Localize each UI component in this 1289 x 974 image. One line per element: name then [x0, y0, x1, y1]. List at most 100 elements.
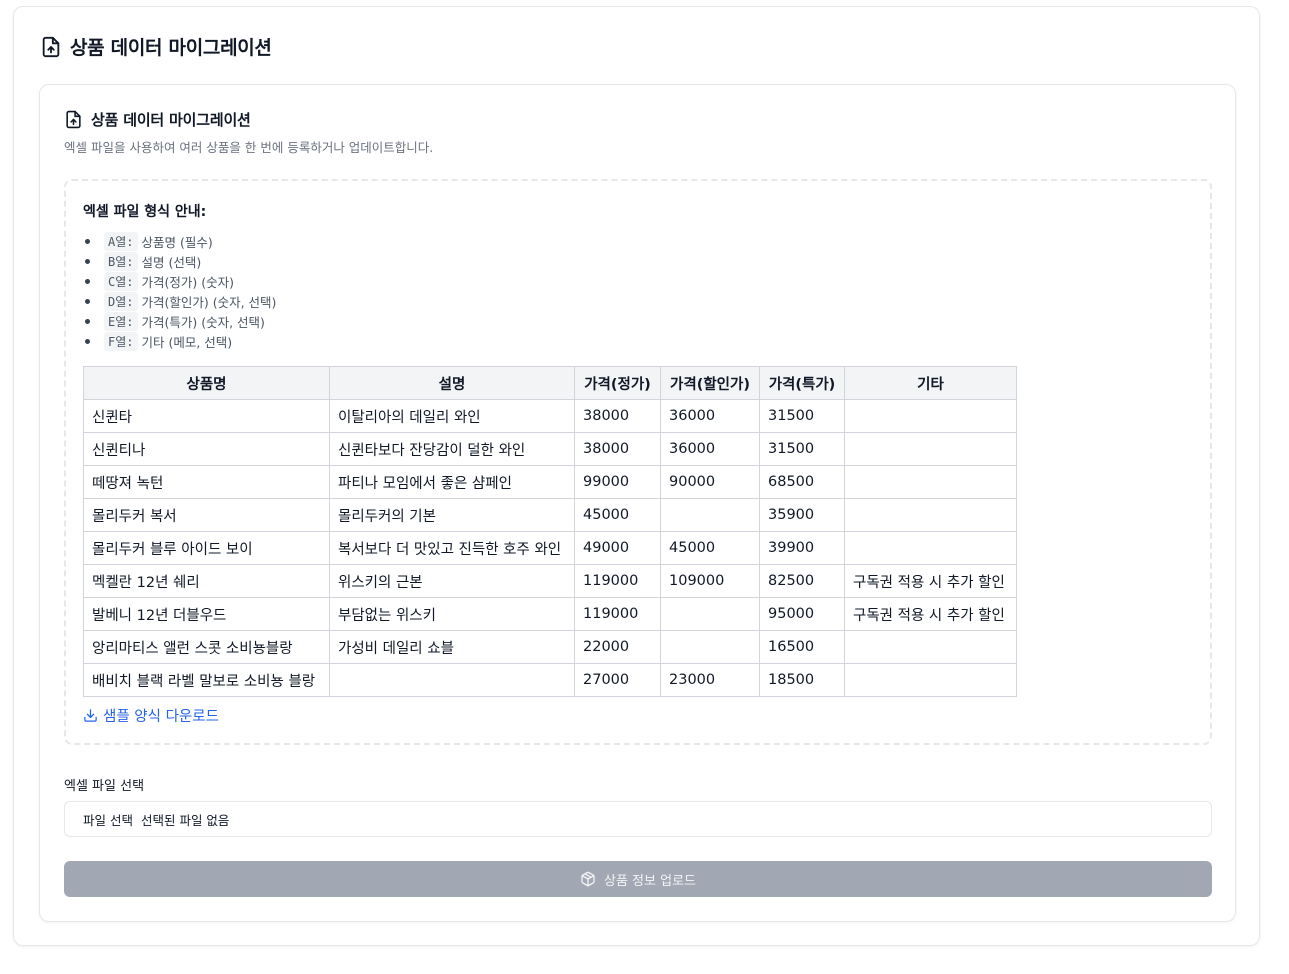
guide-item-text: 상품명 (필수) — [141, 234, 213, 250]
table-cell: 95000 — [759, 597, 845, 631]
table-cell: 38000 — [574, 432, 661, 466]
table-cell: 38000 — [574, 399, 661, 433]
guide-item-text: 기타 (메모, 선택) — [141, 334, 233, 350]
column-code: A열: — [104, 231, 138, 251]
guide-item: F열: 기타 (메모, 선택) — [83, 331, 276, 351]
table-cell: 31500 — [759, 432, 845, 466]
table-cell: 발베니 12년 더블우드 — [83, 597, 330, 631]
table-cell: 배비치 블랙 라벨 말보로 소비뇽 블랑 — [83, 663, 330, 697]
table-cell: 119000 — [574, 564, 661, 598]
table-cell: 109000 — [660, 564, 760, 598]
table-header-row: 상품명 설명 가격(정가) 가격(할인가) 가격(특가) 기타 — [83, 366, 1017, 400]
table-cell: 16500 — [759, 630, 845, 664]
table-row: 신퀸티나 신퀸타보다 잔당감이 덜한 와인 38000 36000 31500 — [83, 432, 1017, 466]
table-cell: 22000 — [574, 630, 661, 664]
table-cell: 23000 — [660, 663, 760, 697]
guide-item: D열: 가격(할인가) (숫자, 선택) — [83, 291, 276, 311]
table-cell: 부담없는 위스키 — [329, 597, 575, 631]
column-code: E열: — [104, 311, 138, 331]
column-header: 상품명 — [83, 366, 330, 400]
file-status: 선택된 파일 없음 — [140, 812, 230, 828]
table-row: 몰리두커 블루 아이드 보이 복서보다 더 맛있고 진득한 호주 와인 49000 4… — [83, 531, 1017, 565]
table-cell: 27000 — [574, 663, 661, 697]
card-header: 상품 데이터 마이그레이션 — [64, 109, 251, 130]
format-guide: 엑셀 파일 형식 안내: A열: 상품명 (필수) B열: 설명 (선택) C열: 가… — [64, 179, 1212, 745]
guide-title: 엑셀 파일 형식 안내: — [83, 204, 207, 220]
guide-item-text: 가격(특가) (숫자, 선택) — [141, 314, 265, 330]
table-cell: 49000 — [574, 531, 661, 565]
table-cell: 31500 — [759, 399, 845, 433]
table-cell: 몰리두커 복서 — [83, 498, 330, 532]
table-cell: 앙리마티스 앨런 스콧 소비뇽블랑 — [83, 630, 330, 664]
table-cell: 신퀸타 — [83, 399, 330, 433]
download-label: 샘플 양식 다운로드 — [103, 709, 219, 725]
table-cell: 신퀸티나 — [83, 432, 330, 466]
table-cell: 90000 — [660, 465, 760, 499]
file-select-label: 엑셀 파일 선택 — [64, 779, 145, 794]
column-code: C열: — [104, 271, 138, 291]
table-cell: 45000 — [660, 531, 760, 565]
file-input[interactable]: 파일 선택 선택된 파일 없음 — [64, 801, 1212, 837]
table-cell — [844, 531, 1017, 565]
column-header: 기타 — [844, 366, 1017, 400]
column-header: 가격(특가) — [759, 366, 845, 400]
table-cell: 몰리두커의 기본 — [329, 498, 575, 532]
table-row: 신퀸타 이탈리아의 데일리 와인 38000 36000 31500 — [83, 399, 1017, 433]
table-cell: 36000 — [660, 399, 760, 433]
column-header: 가격(할인가) — [660, 366, 760, 400]
choose-file-button[interactable]: 파일 선택 — [83, 810, 133, 829]
table-cell — [844, 498, 1017, 532]
table-row: 멕켈란 12년 쉐리 위스키의 근본 119000 109000 82500 구독권 적용… — [83, 564, 1017, 598]
guide-item-text: 가격(정가) (숫자) — [141, 274, 234, 290]
download-icon — [83, 708, 98, 723]
table-row: 앙리마티스 앨런 스콧 소비뇽블랑 가성비 데일리 쇼블 22000 16500 — [83, 630, 1017, 664]
column-header: 가격(정가) — [574, 366, 661, 400]
migration-card: 상품 데이터 마이그레이션 엑셀 파일을 사용하여 여러 상품을 한 번에 등록… — [39, 84, 1236, 922]
table-cell — [844, 399, 1017, 433]
table-cell: 68500 — [759, 465, 845, 499]
migration-page-card: 상품 데이터 마이그레이션 상품 데이터 마이그레이션 엑셀 파일을 사용하여 … — [13, 6, 1260, 946]
table-cell: 45000 — [574, 498, 661, 532]
table-cell: 99000 — [574, 465, 661, 499]
table-cell: 35900 — [759, 498, 845, 532]
column-code: F열: — [104, 331, 138, 351]
table-cell — [844, 432, 1017, 466]
guide-list: A열: 상품명 (필수) B열: 설명 (선택) C열: 가격(정가) (숫자) D열… — [83, 231, 276, 351]
download-sample-link[interactable]: 샘플 양식 다운로드 — [83, 705, 219, 726]
package-icon — [580, 871, 596, 887]
table-cell — [844, 465, 1017, 499]
table-cell: 가성비 데일리 쇼블 — [329, 630, 575, 664]
column-code: D열: — [104, 291, 138, 311]
table-cell: 몰리두커 블루 아이드 보이 — [83, 531, 330, 565]
table-cell — [660, 597, 760, 631]
table-cell — [660, 630, 760, 664]
upload-button[interactable]: 상품 정보 업로드 — [64, 861, 1212, 897]
sample-table: 상품명 설명 가격(정가) 가격(할인가) 가격(특가) 기타 신퀸타 이탈리아의… — [83, 366, 1017, 697]
guide-item-text: 설명 (선택) — [141, 254, 202, 270]
table-cell — [660, 498, 760, 532]
table-cell: 119000 — [574, 597, 661, 631]
table-cell: 위스키의 근본 — [329, 564, 575, 598]
table-cell: 36000 — [660, 432, 760, 466]
table-cell: 떼땅져 녹턴 — [83, 465, 330, 499]
guide-item: E열: 가격(특가) (숫자, 선택) — [83, 311, 276, 331]
table-cell — [329, 663, 575, 697]
card-description: 엑셀 파일을 사용하여 여러 상품을 한 번에 등록하거나 업데이트합니다. — [64, 140, 434, 155]
table-cell — [844, 630, 1017, 664]
page-header: 상품 데이터 마이그레이션 — [40, 33, 272, 60]
file-upload-icon — [40, 36, 62, 58]
guide-item: C열: 가격(정가) (숫자) — [83, 271, 276, 291]
guide-item: A열: 상품명 (필수) — [83, 231, 276, 251]
page-title: 상품 데이터 마이그레이션 — [70, 37, 272, 59]
upload-label: 상품 정보 업로드 — [604, 873, 696, 889]
column-header: 설명 — [329, 366, 575, 400]
file-upload-icon — [64, 110, 83, 129]
table-cell: 18500 — [759, 663, 845, 697]
table-cell: 이탈리아의 데일리 와인 — [329, 399, 575, 433]
table-row: 몰리두커 복서 몰리두커의 기본 45000 35900 — [83, 498, 1017, 532]
table-row: 배비치 블랙 라벨 말보로 소비뇽 블랑 27000 23000 18500 — [83, 663, 1017, 697]
table-cell: 신퀸타보다 잔당감이 덜한 와인 — [329, 432, 575, 466]
table-cell: 구독권 적용 시 추가 할인 — [844, 564, 1017, 598]
table-cell — [844, 663, 1017, 697]
guide-item-text: 가격(할인가) (숫자, 선택) — [141, 294, 277, 310]
